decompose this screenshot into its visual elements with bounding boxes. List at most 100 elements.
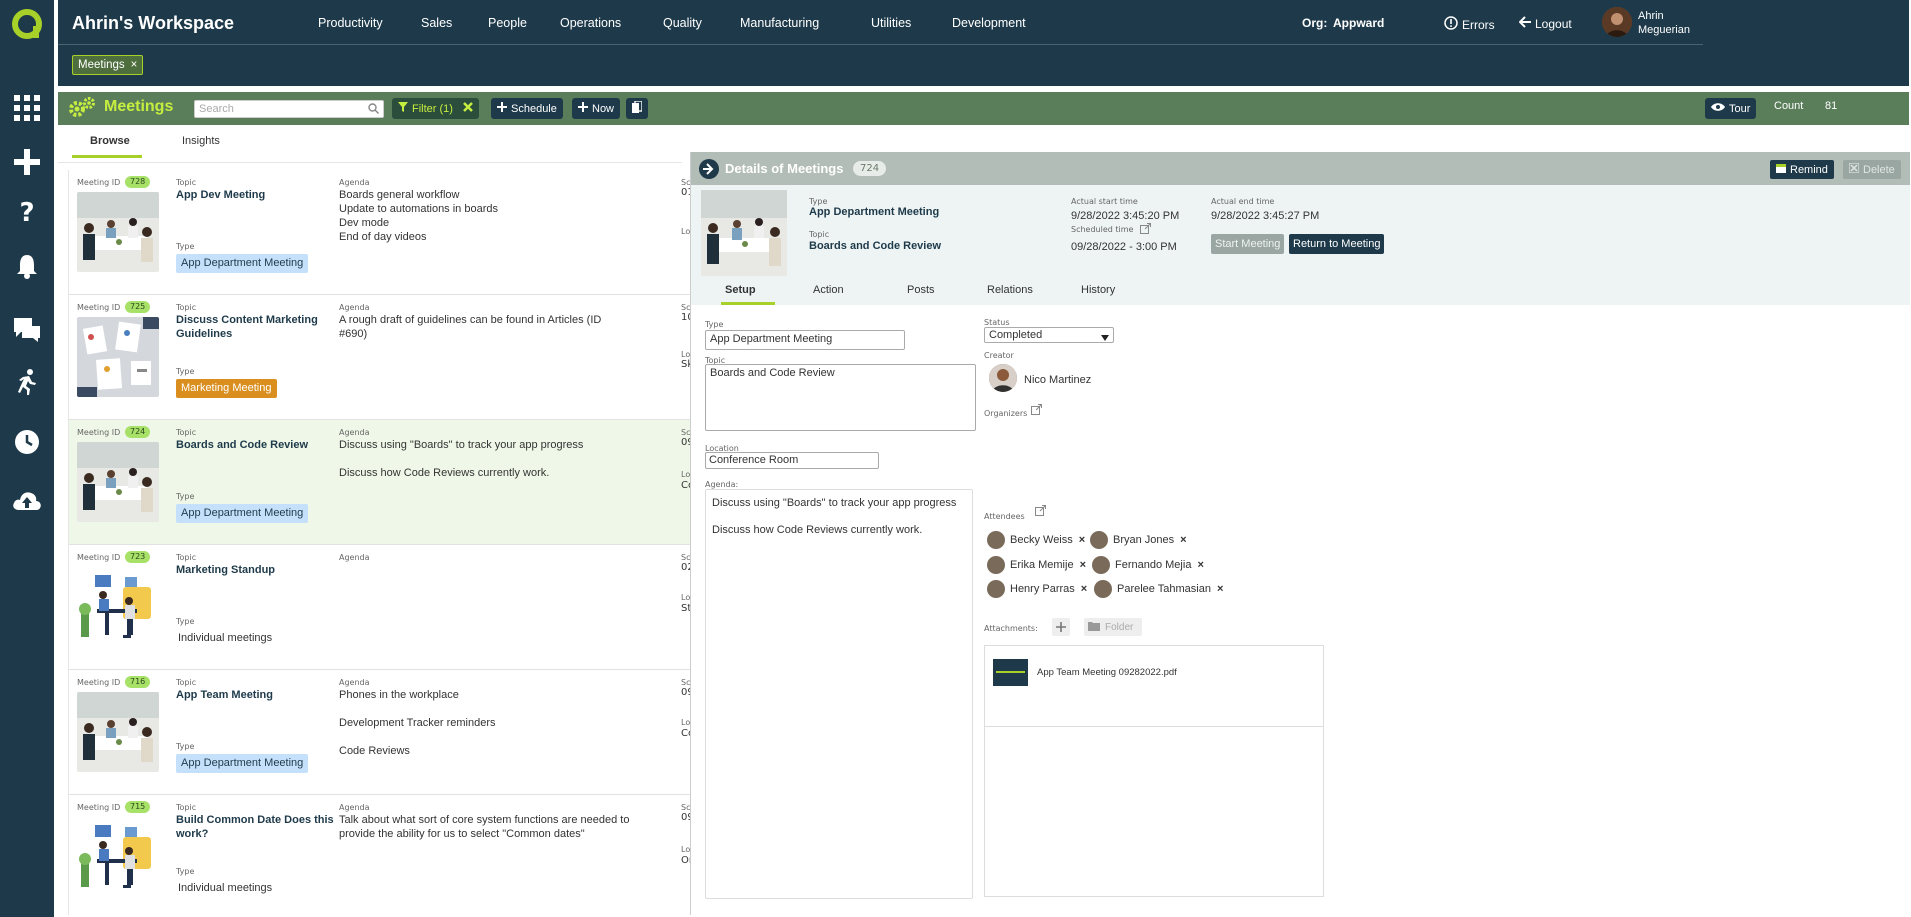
attendee-chip[interactable]: Becky Weiss × xyxy=(987,530,1085,550)
type-field[interactable]: App Department Meeting xyxy=(705,330,905,350)
tab-browse[interactable]: Browse xyxy=(90,135,130,147)
search-placeholder: Search xyxy=(199,103,234,115)
back-arrow-icon[interactable] xyxy=(699,159,719,179)
left-nav-rail: ? xyxy=(0,0,54,917)
app-logo-icon[interactable] xyxy=(11,8,43,40)
open-tab-meetings[interactable]: Meetings × xyxy=(72,55,144,75)
search-input[interactable]: Search xyxy=(194,100,384,118)
remove-attendee-icon[interactable]: × xyxy=(1079,534,1085,546)
list-item[interactable]: Meeting ID 725 Topic Discuss Content Mar… xyxy=(69,295,692,420)
return-to-meeting-button[interactable]: Return to Meeting xyxy=(1289,234,1385,254)
close-box-icon xyxy=(1848,162,1860,176)
bell-icon[interactable] xyxy=(11,250,43,282)
remove-attendee-icon[interactable]: × xyxy=(1217,583,1223,595)
attendee-chip[interactable]: Fernando Mejia × xyxy=(1092,555,1204,575)
menu-quality[interactable]: Quality xyxy=(663,16,702,30)
tab-posts[interactable]: Posts xyxy=(907,284,935,296)
clear-filter-icon[interactable] xyxy=(463,102,473,115)
meeting-agenda: Phones in the workplace Development Trac… xyxy=(339,688,639,758)
menu-development[interactable]: Development xyxy=(952,16,1026,30)
workspace-title[interactable]: Ahrin's Workspace xyxy=(72,13,234,34)
top-header: Ahrin's Workspace Productivity Sales Peo… xyxy=(58,0,1909,86)
attachment-filename[interactable]: App Team Meeting 09282022.pdf xyxy=(1037,667,1177,678)
logout-button[interactable]: Logout xyxy=(1518,16,1572,31)
tab-insights[interactable]: Insights xyxy=(182,135,220,147)
type-label: Type xyxy=(176,492,195,501)
tab-setup[interactable]: Setup xyxy=(725,284,756,296)
funnel-icon xyxy=(398,102,408,115)
location-field[interactable]: Conference Room xyxy=(705,452,879,469)
list-item-selected[interactable]: Meeting ID 724 Topic Boards and Code Rev… xyxy=(69,420,692,545)
errors-label: Errors xyxy=(1462,17,1495,32)
agenda-field[interactable]: Discuss using "Boards" to track your app… xyxy=(705,489,973,899)
tour-button[interactable]: Tour xyxy=(1705,98,1757,119)
tab-underline xyxy=(721,302,775,305)
start-meeting-button[interactable]: Start Meeting xyxy=(1211,234,1285,254)
attachments-divider xyxy=(985,726,1323,727)
menu-productivity[interactable]: Productivity xyxy=(318,16,383,30)
copy-button[interactable] xyxy=(626,98,648,119)
schedule-button[interactable]: Schedule xyxy=(491,98,563,119)
tab-history[interactable]: History xyxy=(1081,284,1115,296)
remove-attendee-icon[interactable]: × xyxy=(1081,583,1087,595)
agenda-line: Phones in the workplace xyxy=(339,689,459,701)
count-label: Count xyxy=(1774,100,1804,112)
agenda-line: Code Reviews xyxy=(339,745,410,757)
remind-button[interactable]: Remind xyxy=(1770,160,1834,179)
remove-attendee-icon[interactable]: × xyxy=(1080,559,1086,571)
now-button[interactable]: Now xyxy=(572,98,621,119)
meeting-agenda: Discuss using "Boards" to track your app… xyxy=(339,438,639,480)
external-link-icon[interactable] xyxy=(1140,223,1151,237)
cloud-upload-icon[interactable] xyxy=(11,484,43,516)
help-icon[interactable]: ? xyxy=(11,196,43,228)
apps-grid-icon[interactable] xyxy=(11,92,43,124)
view-tabs: Browse Insights xyxy=(58,125,682,163)
chat-icon[interactable] xyxy=(11,314,43,346)
topic-label: Topic xyxy=(176,803,197,812)
remove-attendee-icon[interactable]: × xyxy=(1197,559,1203,571)
list-item[interactable]: Meeting ID 716 Topic App Team Meeting Ty… xyxy=(69,670,692,795)
filter-button[interactable]: Filter (1) xyxy=(392,98,479,119)
user-name[interactable]: Ahrin Meguerian xyxy=(1638,9,1690,37)
logout-label: Logout xyxy=(1535,16,1572,31)
user-avatar[interactable] xyxy=(1602,7,1632,37)
attachments-list: App Team Meeting 09282022.pdf xyxy=(984,645,1324,897)
menu-people[interactable]: People xyxy=(488,16,527,30)
topic-field[interactable]: Boards and Code Review xyxy=(705,364,976,431)
menu-sales[interactable]: Sales xyxy=(421,16,452,30)
errors-button[interactable]: Errors xyxy=(1444,16,1495,33)
status-select[interactable]: Completed xyxy=(984,327,1114,343)
edit-attendees-icon[interactable] xyxy=(1035,505,1046,519)
attendee-chip[interactable]: Henry Parras × xyxy=(987,579,1087,599)
details-thumbnail xyxy=(701,190,787,276)
folder-button[interactable]: Folder xyxy=(1084,618,1142,636)
attendee-chip[interactable]: Erika Memije × xyxy=(987,555,1086,575)
remove-attendee-icon[interactable]: × xyxy=(1180,534,1186,546)
edit-organizers-icon[interactable] xyxy=(1031,404,1042,418)
menu-utilities[interactable]: Utilities xyxy=(871,16,911,30)
attendee-chip[interactable]: Parelee Tahmasian × xyxy=(1094,579,1223,599)
type-badge: Individual meetings xyxy=(178,882,273,894)
meeting-topic: Boards and Code Review xyxy=(176,439,309,451)
close-icon[interactable]: × xyxy=(131,59,138,71)
list-item[interactable]: Meeting ID 728 Topic App Dev Meeting Typ… xyxy=(69,170,692,295)
search-icon[interactable] xyxy=(368,103,379,117)
clock-icon[interactable] xyxy=(11,426,43,458)
tab-action[interactable]: Action xyxy=(813,284,844,296)
meeting-id-label: Meeting ID xyxy=(77,553,121,562)
menu-operations[interactable]: Operations xyxy=(560,16,621,30)
running-icon[interactable] xyxy=(11,366,43,398)
pdf-thumbnail[interactable] xyxy=(993,659,1028,686)
delete-button[interactable]: Delete xyxy=(1843,160,1901,179)
add-icon[interactable] xyxy=(11,146,43,178)
org-value[interactable]: Appward xyxy=(1333,16,1384,30)
list-item[interactable]: Meeting ID 723 Topic Marketing Standup T… xyxy=(69,545,692,670)
attendee-chip[interactable]: Bryan Jones × xyxy=(1090,530,1187,550)
add-attachment-button[interactable] xyxy=(1052,618,1070,636)
meeting-id-badge: 728 xyxy=(125,176,151,188)
menu-manufacturing[interactable]: Manufacturing xyxy=(740,16,819,30)
tab-relations[interactable]: Relations xyxy=(987,284,1033,296)
meeting-agenda: A rough draft of guidelines can be found… xyxy=(339,313,624,341)
list-item[interactable]: Meeting ID 715 Topic Build Common Date D… xyxy=(69,795,692,915)
summary-type: App Department Meeting xyxy=(809,206,940,218)
